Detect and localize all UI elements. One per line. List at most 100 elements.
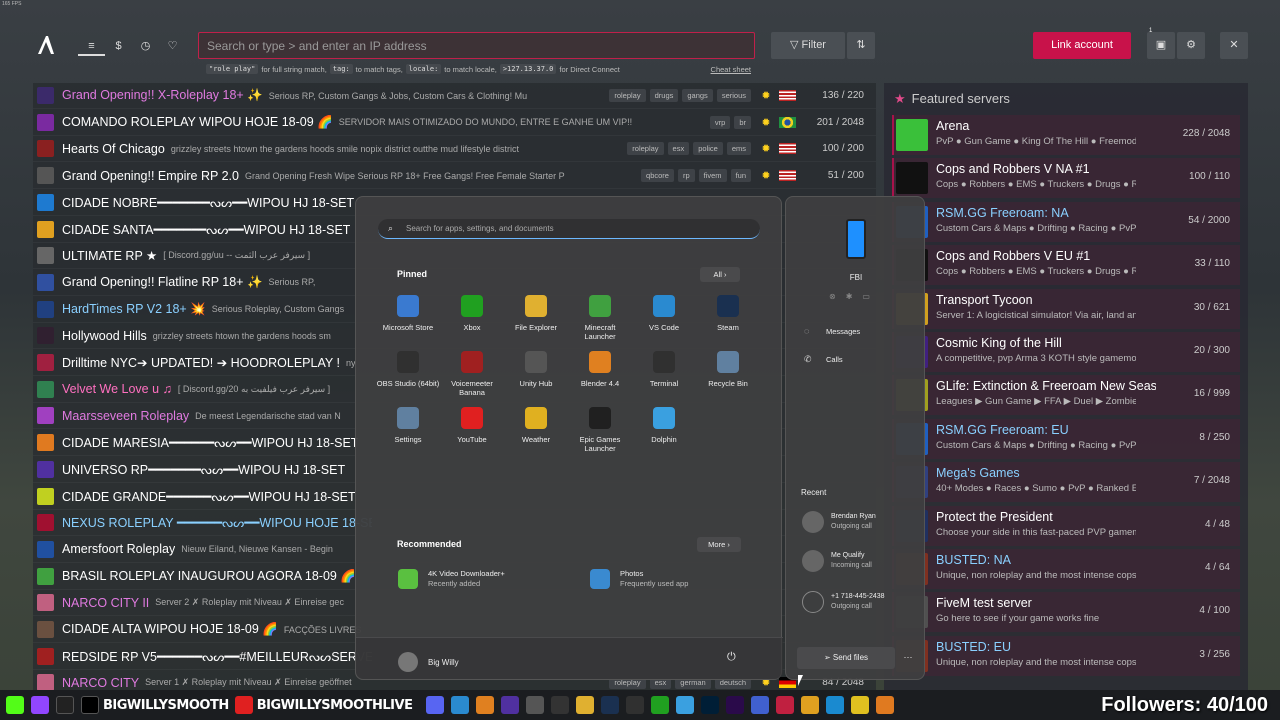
user-account[interactable]: Big Willy — [398, 652, 459, 672]
server-tag[interactable]: serious — [716, 89, 751, 102]
pinned-app[interactable]: Recycle Bin — [696, 351, 760, 388]
pinned-app[interactable]: YouTube — [440, 407, 504, 444]
pinned-app[interactable]: Epic Games Launcher — [568, 407, 632, 453]
terminal-icon[interactable] — [551, 696, 570, 714]
server-tag[interactable]: vrp — [709, 115, 731, 129]
server-row[interactable]: Hearts Of Chicago grizzley streets htown … — [33, 136, 876, 163]
pinned-app[interactable]: Voicemeeter Banana — [440, 351, 504, 397]
server-tag[interactable]: roleplay — [627, 142, 664, 156]
settings-button[interactable]: ⚙ — [1177, 32, 1205, 59]
recommended-item[interactable]: Photos Frequently used app — [590, 569, 688, 589]
server-tag[interactable]: gangs — [682, 89, 713, 102]
start-search-input[interactable]: ⌕ Search for apps, settings, and documen… — [378, 219, 760, 239]
list-icon[interactable]: ≡ — [78, 36, 105, 56]
pinned-app[interactable]: OBS Studio (64bit) — [376, 351, 440, 388]
file-explorer-icon[interactable] — [576, 696, 595, 714]
power-icon[interactable]: ⏻ — [727, 651, 736, 664]
more-button[interactable]: More › — [697, 537, 741, 552]
xbox-icon[interactable] — [651, 696, 670, 714]
kick-icon[interactable] — [6, 696, 24, 714]
tiktok-icon[interactable] — [56, 696, 74, 714]
photoshop-icon[interactable] — [701, 696, 720, 714]
server-tag[interactable]: fun — [730, 169, 751, 183]
history-icon[interactable]: ◷ — [132, 36, 159, 56]
app-icon[interactable] — [501, 696, 520, 714]
messages-item[interactable]: ◌ Messages — [804, 326, 860, 336]
server-tag[interactable]: ems — [726, 142, 751, 156]
twitch-icon[interactable] — [31, 696, 49, 714]
featured-server[interactable]: BUSTED: NA Unique, non roleplay and the m… — [892, 549, 1240, 589]
server-search-input[interactable]: Search or type > and enter an IP address — [198, 32, 755, 59]
dollar-icon[interactable]: $ — [105, 36, 132, 56]
featured-server[interactable]: RSM.GG Freeroam: EU Custom Cars & Maps ● … — [892, 418, 1240, 459]
sort-button[interactable]: ⇅ — [847, 32, 875, 59]
pinned-app[interactable]: Microsoft Store — [376, 295, 440, 332]
server-tag[interactable]: drugs — [649, 89, 679, 102]
filter-button[interactable]: ▽ Filter — [771, 32, 845, 59]
send-files-button[interactable]: ➢ Send files — [797, 647, 895, 669]
server-tag[interactable]: rp — [677, 169, 695, 183]
server-tag[interactable]: esx — [667, 142, 690, 156]
pinned-app[interactable]: Steam — [696, 295, 760, 332]
calls-item[interactable]: ✆ Calls — [804, 354, 843, 365]
recommended-item[interactable]: 4K Video Downloader+ Recently added — [398, 569, 505, 589]
pinned-app[interactable]: Unity Hub — [504, 351, 568, 388]
server-row[interactable]: Grand Opening!! Empire RP 2.0 Grand Openi… — [33, 163, 876, 190]
heart-icon[interactable]: ♡ — [159, 36, 186, 56]
unity-icon[interactable] — [526, 696, 545, 714]
all-apps-button[interactable]: All › — [700, 267, 740, 282]
featured-server[interactable]: BUSTED: EU Unique, non roleplay and the m… — [892, 635, 1240, 676]
chrome-icon[interactable] — [851, 696, 870, 714]
app-logo-icon[interactable] — [36, 34, 56, 56]
featured-server[interactable]: Protect the President Choose your side in… — [892, 505, 1240, 546]
server-row[interactable]: COMANDO ROLEPLAY WIPOU HOJE 18-09 🌈 SERVI… — [33, 110, 876, 136]
app-icon[interactable] — [776, 696, 795, 714]
featured-server[interactable]: GLife: Extinction & Freeroam New Seas Lea… — [892, 375, 1240, 416]
app-icon[interactable] — [801, 696, 820, 714]
pinned-app[interactable]: Weather — [504, 407, 568, 444]
featured-server[interactable]: Cops and Robbers V NA #1 Cops ● Robbers ●… — [892, 158, 1240, 199]
app-icon[interactable] — [751, 696, 770, 714]
close-button[interactable]: ✕ — [1220, 32, 1248, 59]
blender-icon[interactable] — [476, 696, 495, 714]
pinned-app[interactable]: Xbox — [440, 295, 504, 332]
server-row[interactable]: Grand Opening!! X-Roleplay 18+ ✨ Serious … — [33, 83, 876, 109]
featured-server[interactable]: FiveM test server Go here to see if your … — [892, 592, 1240, 633]
server-tag[interactable]: qbcore — [641, 169, 674, 183]
server-tag[interactable]: fivem — [698, 169, 727, 183]
pinned-app[interactable]: Dolphin — [632, 407, 696, 444]
pinned-app[interactable]: Terminal — [632, 351, 696, 388]
discord-icon[interactable] — [426, 696, 445, 714]
server-tag[interactable]: police — [693, 142, 723, 156]
server-tag[interactable]: roleplay — [609, 89, 646, 102]
pinned-app[interactable]: VS Code — [632, 295, 696, 332]
obs-icon[interactable] — [626, 696, 645, 714]
recent-call[interactable]: Brendan Ryan Outgoing call — [802, 511, 876, 533]
pinned-app[interactable]: Settings — [376, 407, 440, 444]
featured-server[interactable]: Arena PvP ● Gun Game ● King Of The Hill ●… — [892, 115, 1240, 155]
youtube-icon[interactable] — [234, 696, 253, 714]
recent-call[interactable]: +1 718-445-2438 Outgoing call — [802, 591, 885, 613]
featured-server[interactable]: Transport Tycoon Server 1: A logicistical… — [892, 288, 1240, 329]
link-account-button[interactable]: Link account — [1033, 32, 1131, 59]
featured-server[interactable]: RSM.GG Freeroam: NA Custom Cars & Maps ● … — [892, 201, 1240, 242]
premiere-icon[interactable] — [726, 696, 745, 714]
featured-server[interactable]: Cosmic King of the Hill A competitive, pv… — [892, 332, 1240, 372]
x-icon[interactable] — [81, 696, 99, 714]
edge-icon[interactable] — [826, 696, 845, 714]
fivem-icon[interactable] — [876, 696, 895, 714]
pinned-app[interactable]: File Explorer — [504, 295, 568, 332]
pinned-app[interactable]: Blender 4.4 — [568, 351, 632, 388]
vscode-icon[interactable] — [451, 696, 470, 714]
player-count: 4 / 48 — [1204, 518, 1230, 530]
steam-icon[interactable] — [601, 696, 620, 714]
featured-server[interactable]: Cops and Robbers V EU #1 Cops ● Robbers ●… — [892, 245, 1240, 286]
more-options-icon[interactable]: ··· — [897, 647, 919, 669]
pinned-app[interactable]: Minecraft Launcher — [568, 295, 632, 341]
cheat-sheet-link[interactable]: Cheat sheet — [711, 65, 751, 74]
featured-server[interactable]: Mega's Games 40+ Modes ● Races ● Sumo ● P… — [892, 462, 1240, 503]
server-tag[interactable]: br — [734, 115, 751, 129]
dolphin-icon[interactable] — [676, 696, 695, 714]
recent-call[interactable]: Me Qualify Incoming call — [802, 550, 872, 572]
notifications-button[interactable]: ▣ — [1147, 32, 1175, 59]
